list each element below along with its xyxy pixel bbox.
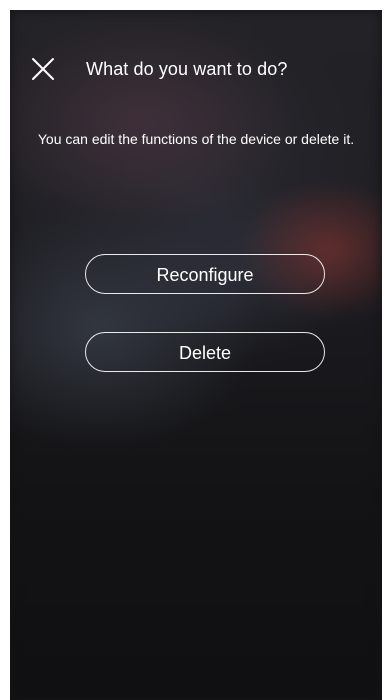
- close-button[interactable]: [28, 54, 58, 84]
- delete-button[interactable]: Delete: [85, 332, 325, 372]
- app-screen: What do you want to do? You can edit the…: [10, 10, 382, 700]
- reconfigure-button[interactable]: Reconfigure: [85, 254, 325, 294]
- close-icon: [32, 58, 54, 80]
- header: What do you want to do?: [10, 10, 382, 130]
- page-title: What do you want to do?: [86, 59, 288, 79]
- description-text: You can edit the functions of the device…: [37, 131, 355, 147]
